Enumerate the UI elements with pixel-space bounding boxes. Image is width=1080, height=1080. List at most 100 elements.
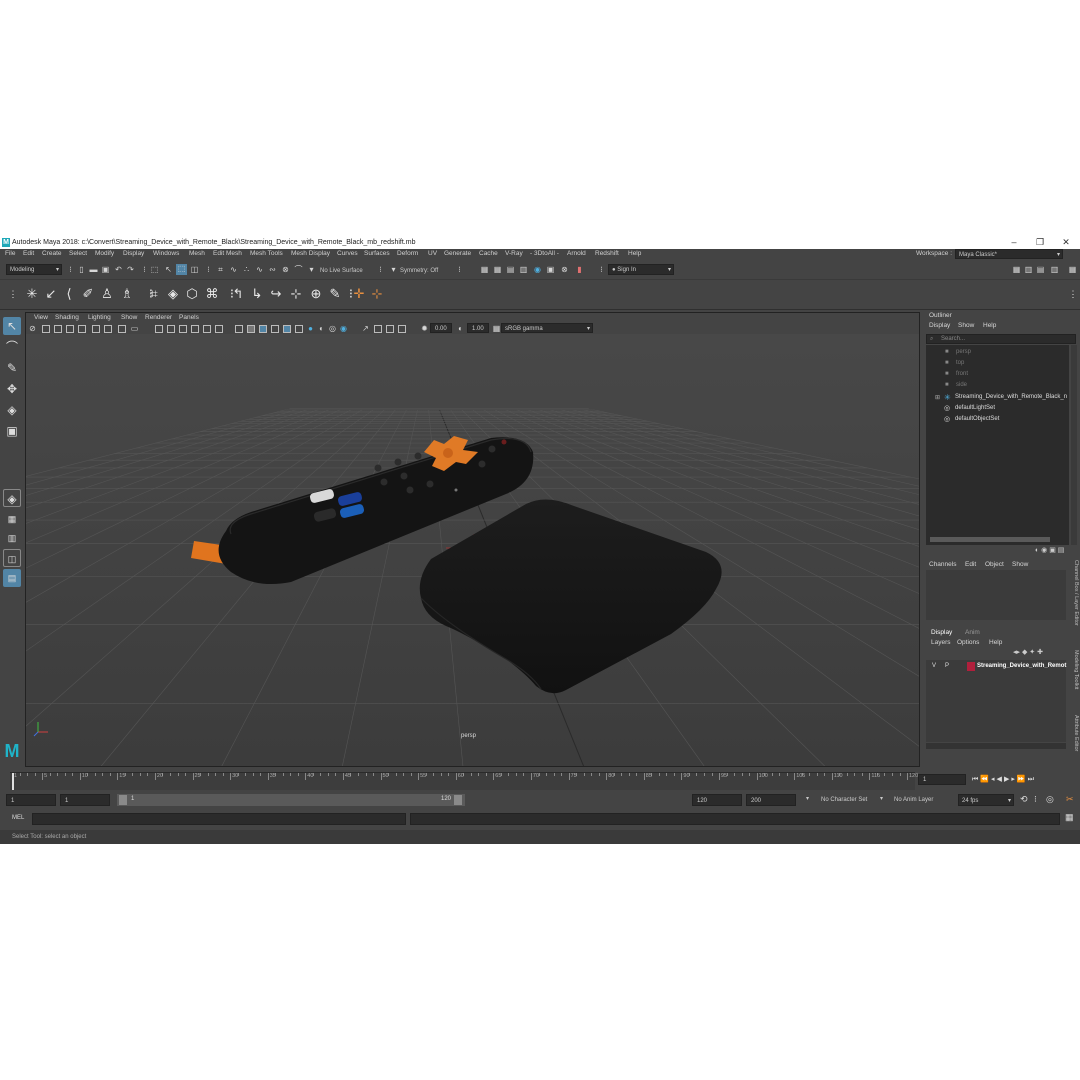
- menu-select[interactable]: Select: [69, 250, 87, 257]
- ipr-render-icon[interactable]: ▤: [506, 265, 515, 274]
- bookmark-icon[interactable]: [54, 325, 62, 333]
- channels-menu-edit[interactable]: Edit: [965, 561, 976, 568]
- outliner-vscrollbar[interactable]: [1071, 345, 1077, 545]
- character-set-dropdown[interactable]: No Character Set: [817, 794, 875, 806]
- outliner-menu-show[interactable]: Show: [958, 322, 974, 329]
- grid-toggle-icon[interactable]: [118, 325, 126, 333]
- outliner-hscrollbar[interactable]: [930, 537, 1050, 542]
- outliner-item[interactable]: ◎ defaultObjectSet: [926, 415, 1069, 425]
- vray-icon[interactable]: ▣: [546, 265, 555, 274]
- select-tool-icon[interactable]: ↖: [3, 317, 21, 335]
- xray-active-icon[interactable]: [386, 325, 394, 333]
- move-tool-icon[interactable]: ✥: [3, 380, 21, 398]
- layer-menu-layers[interactable]: Layers: [931, 639, 951, 646]
- lasso-tool-icon[interactable]: ⌒: [3, 338, 21, 356]
- go-to-end-icon[interactable]: ⏭: [1028, 776, 1036, 783]
- select-mask-icon[interactable]: ◫: [190, 265, 199, 274]
- bezier-tool-icon[interactable]: ⟨: [62, 287, 76, 301]
- ambient-occlusion-icon[interactable]: ◐: [317, 324, 326, 333]
- color-space-dropdown[interactable]: sRGB gamma ▾: [501, 323, 593, 333]
- close-button[interactable]: ✕: [1056, 236, 1076, 249]
- command-language-label[interactable]: MEL: [12, 815, 24, 821]
- fps-dropdown[interactable]: 24 fps ▾: [958, 794, 1014, 806]
- menu-3dtoall[interactable]: - 3DtoAll -: [530, 250, 559, 257]
- anti-alias-icon[interactable]: ◉: [339, 324, 348, 333]
- outliner-item[interactable]: ◎ defaultLightSet: [926, 404, 1069, 414]
- playback-end-field[interactable]: 120: [692, 794, 742, 806]
- live-surface-label[interactable]: No Live Surface: [320, 268, 363, 274]
- snap-grid-icon[interactable]: ⌗: [216, 265, 225, 274]
- current-frame-field[interactable]: 1: [918, 774, 966, 785]
- layer-playback-toggle[interactable]: P: [945, 663, 949, 669]
- shadows-icon[interactable]: ●: [306, 324, 315, 333]
- menu-mesh[interactable]: Mesh: [189, 250, 205, 257]
- cluster-icon[interactable]: ⊹: [289, 287, 303, 301]
- step-forward-key-icon[interactable]: ⏩: [1017, 776, 1028, 783]
- chevron-down-icon[interactable]: ▾: [389, 265, 398, 274]
- layer-action-icons[interactable]: ◂▸ ◆ ✦ ✚: [1013, 648, 1043, 656]
- skeleton-icon[interactable]: ♗: [120, 287, 134, 301]
- wireframe-shade-icon[interactable]: [235, 325, 243, 333]
- resolution-gate-icon[interactable]: [167, 325, 175, 333]
- layout-icon[interactable]: ▤: [1036, 265, 1045, 274]
- channels-menu-object[interactable]: Object: [985, 561, 1004, 568]
- vp-menu-shading[interactable]: Shading: [55, 314, 79, 321]
- menu-vray[interactable]: V-Ray: [505, 250, 523, 257]
- current-time-indicator[interactable]: [12, 773, 14, 790]
- channels-menu-channels[interactable]: Channels: [929, 561, 956, 568]
- single-pane-layout-icon[interactable]: ▦: [3, 510, 21, 528]
- star-polygon-icon[interactable]: ✳: [25, 287, 39, 301]
- gate-mask-icon[interactable]: [179, 325, 187, 333]
- curve-tool-icon[interactable]: ↙: [44, 287, 58, 301]
- lattice-icon[interactable]: ⌘: [205, 287, 219, 301]
- new-scene-icon[interactable]: ▯: [77, 265, 86, 274]
- layer-row[interactable]: V P Streaming_Device_with_Remot: [926, 662, 1066, 672]
- bind-skin-icon[interactable]: ◈: [166, 287, 180, 301]
- vp-menu-renderer[interactable]: Renderer: [145, 314, 172, 321]
- render-view-icon[interactable]: ▦: [480, 265, 489, 274]
- menu-file[interactable]: File: [5, 250, 15, 257]
- side-tab-modeling-toolkit[interactable]: Modeling Toolkit: [1069, 650, 1079, 700]
- arnold-icon[interactable]: ⊗: [560, 265, 569, 274]
- scene-end-field[interactable]: 200: [746, 794, 796, 806]
- layer-menu-options[interactable]: Options: [957, 639, 979, 646]
- range-end-handle[interactable]: [454, 795, 462, 805]
- outliner-menu-help[interactable]: Help: [983, 322, 996, 329]
- toggle-panel-icon[interactable]: ▦: [1068, 265, 1077, 274]
- menu-windows[interactable]: Windows: [153, 250, 179, 257]
- outliner-item[interactable]: ■ persp: [926, 348, 1069, 358]
- ik-handle-icon[interactable]: ↰: [231, 287, 245, 301]
- image-plane-icon[interactable]: [66, 325, 74, 333]
- joint-tool-icon[interactable]: ⌗: [147, 287, 161, 301]
- symmetry-label[interactable]: Symmetry: Off: [400, 268, 438, 274]
- toggle-panel-icon[interactable]: ▥: [1050, 265, 1059, 274]
- wire-icon[interactable]: ⊕: [309, 287, 323, 301]
- snap-view-icon[interactable]: ∿: [255, 265, 264, 274]
- chevron-down-icon[interactable]: ▾: [880, 795, 883, 802]
- layer-menu-help[interactable]: Help: [989, 639, 1002, 646]
- camera-attr-icon[interactable]: [42, 325, 50, 333]
- step-back-key-icon[interactable]: ⏪: [980, 776, 991, 783]
- exposure-field[interactable]: 0.00: [430, 323, 452, 333]
- two-pane-layout-icon[interactable]: ◫: [3, 549, 21, 567]
- menu-generate[interactable]: Generate: [444, 250, 471, 257]
- snap-edge-icon[interactable]: ⌒: [294, 265, 303, 274]
- redo-icon[interactable]: ↷: [126, 265, 135, 274]
- render-settings-icon[interactable]: ▥: [519, 265, 528, 274]
- outliner-menu-display[interactable]: Display: [929, 322, 950, 329]
- expand-icon[interactable]: ⊞: [935, 394, 940, 401]
- scale-tool-icon[interactable]: ▣: [3, 422, 21, 440]
- chevron-down-icon[interactable]: ▾: [307, 265, 316, 274]
- outliner-item[interactable]: ⊞ ✳ Streaming_Device_with_Remote_Black_n: [926, 393, 1069, 403]
- menu-display[interactable]: Display: [123, 250, 144, 257]
- snap-curve-icon[interactable]: ∿: [229, 265, 238, 274]
- hypershade-icon[interactable]: ◉: [533, 265, 542, 274]
- last-tool-icon[interactable]: ◈: [3, 489, 21, 507]
- menu-arnold[interactable]: Arnold: [567, 250, 586, 257]
- menu-uv[interactable]: UV: [428, 250, 437, 257]
- select-by-component-icon[interactable]: ⬚: [176, 264, 187, 275]
- smooth-shade-icon[interactable]: [247, 325, 255, 333]
- camera-select-icon[interactable]: ⊘: [28, 324, 37, 333]
- playback-start-field[interactable]: 1: [60, 794, 110, 806]
- maximize-button[interactable]: ❐: [1030, 236, 1050, 249]
